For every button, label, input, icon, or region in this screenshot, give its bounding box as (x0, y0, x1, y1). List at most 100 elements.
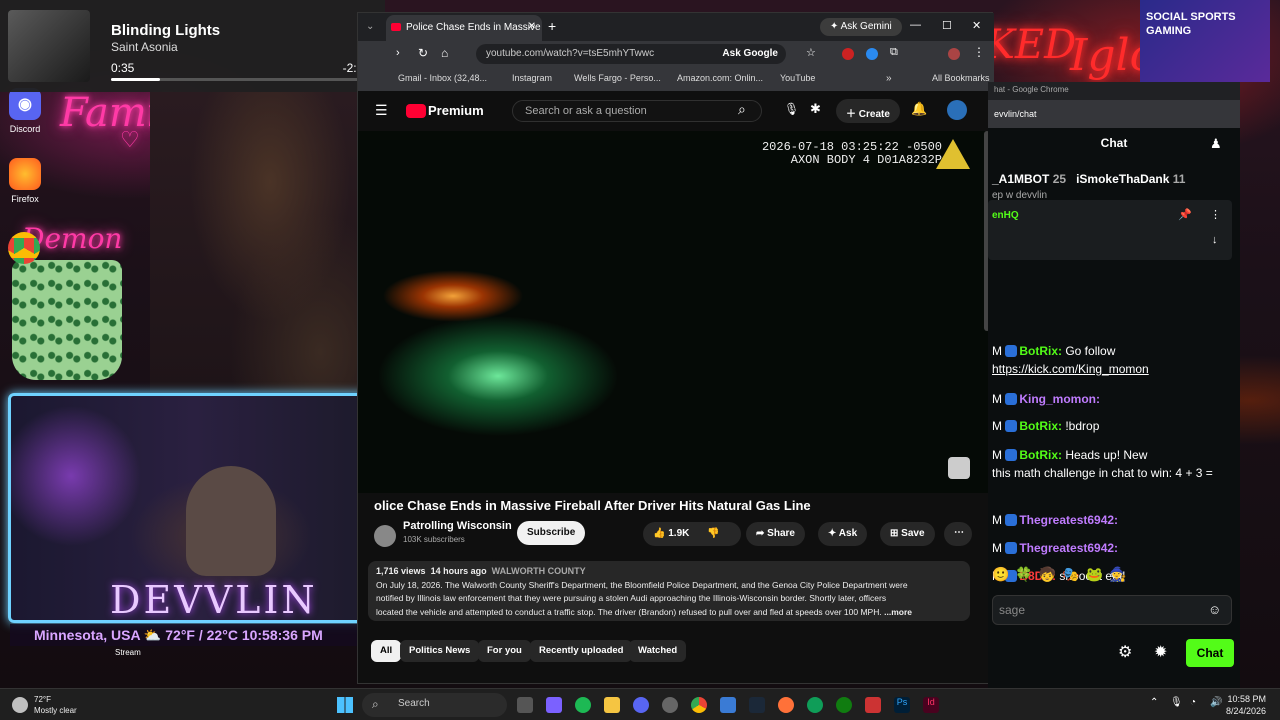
chat-username[interactable]: BotRix: (1019, 344, 1065, 358)
reload-icon[interactable]: ↻ (418, 46, 428, 60)
chat-message[interactable]: M King_momon: (992, 392, 1100, 406)
desktop-icon-discord[interactable]: ◉ Discord (0, 88, 55, 134)
app-icon[interactable] (865, 697, 881, 713)
chat-username[interactable]: King_momon: (1019, 392, 1100, 406)
start-windows-icon[interactable] (337, 697, 353, 713)
media-player-widget[interactable]: Blinding Lights Saint Asonia 0:35 -2:28 (0, 0, 385, 92)
message-text[interactable]: https://kick.com/King_momon (992, 362, 1149, 376)
xbox-icon[interactable] (836, 697, 852, 713)
wifi-icon[interactable]: ◔ (1190, 697, 1196, 708)
chat-username[interactable]: BotRix: (1019, 448, 1065, 462)
bookmark-wells-fargo[interactable]: Wells Fargo - Perso... (574, 73, 661, 83)
bookmark-instagram[interactable]: Instagram (512, 73, 552, 83)
chat-username[interactable]: BotRix: (1019, 419, 1065, 433)
maximize-icon[interactable]: ☐ (942, 19, 952, 32)
obs-icon[interactable] (662, 697, 678, 713)
extension-icon[interactable] (866, 48, 878, 60)
thumbs-down-icon[interactable]: 👎 (707, 528, 719, 539)
more-options-icon[interactable]: ⋮ (1210, 208, 1221, 221)
edge-icon[interactable] (807, 697, 823, 713)
chrome-taskbar-icon[interactable] (691, 697, 707, 713)
volume-icon[interactable]: 🔊 (1210, 697, 1222, 708)
video-description[interactable]: 1,716 views 14 hours ago WALWORTH COUNTY… (368, 561, 970, 621)
tray-chevron-icon[interactable]: ⌃ (1150, 697, 1158, 708)
chrome-desktop-icon[interactable] (8, 232, 40, 264)
hamburger-menu-icon[interactable]: ☰ (375, 102, 388, 119)
ask-button[interactable]: ✦ Ask (818, 522, 868, 546)
ai-assist-icon[interactable]: ✱ (810, 101, 821, 117)
spotify-icon[interactable] (575, 697, 591, 713)
chat-users-icon[interactable]: ♟ (1210, 136, 1222, 152)
chat-message[interactable]: this math challenge in chat to win: 4 + … (992, 466, 1213, 480)
chat-url-bar[interactable]: evvlin/chat (988, 100, 1240, 128)
channel-avatar[interactable] (374, 525, 396, 547)
weather-moon-icon[interactable] (12, 697, 28, 713)
send-chat-button[interactable]: Chat (1186, 639, 1234, 667)
url-input[interactable]: youtube.com/watch?v=tsE5mhYTwwc Ask Goog… (476, 44, 786, 64)
chip-politics-news[interactable]: Politics News (400, 640, 480, 662)
bookmark-star-icon[interactable]: ☆ (806, 46, 816, 59)
chip-for-you[interactable]: For you (478, 640, 531, 662)
bookmark-amazon[interactable]: Amazon.com: Onlin... (677, 73, 763, 83)
taskbar-weather[interactable]: 72°F Mostly clear (34, 694, 77, 716)
youtube-premium-logo[interactable]: Premium (428, 103, 484, 118)
file-explorer-icon[interactable] (604, 697, 620, 713)
photoshop-icon[interactable]: Ps (894, 697, 910, 713)
account-avatar[interactable] (947, 100, 967, 120)
tab-search-icon[interactable]: ⌄ (366, 21, 374, 32)
chat-message[interactable]: M Thegreatest6942: (992, 541, 1118, 555)
show-more-link[interactable]: ...more (884, 607, 912, 617)
tab-close-icon[interactable]: ✕ (528, 21, 536, 32)
share-button[interactable]: ➦ Share (746, 522, 805, 546)
emoji-icon[interactable]: ☺ (1208, 602, 1221, 617)
chat-message[interactable]: M BotRix: Go follow (992, 344, 1115, 358)
settings-gear-icon[interactable]: ⚙ (1118, 642, 1132, 662)
close-window-icon[interactable]: ✕ (972, 19, 981, 32)
chip-watched[interactable]: Watched (629, 640, 687, 662)
youtube-logo-icon[interactable] (406, 104, 426, 118)
desktop-icon-firefox[interactable]: Firefox (0, 158, 55, 204)
chat-message[interactable]: M Thegreatest6942: (992, 513, 1118, 527)
indesign-icon[interactable]: Id (923, 697, 939, 713)
discord-taskbar-icon[interactable] (633, 697, 649, 713)
subscribe-button[interactable]: Subscribe (517, 521, 586, 545)
firefox-taskbar-icon[interactable] (778, 697, 794, 713)
new-tab-icon[interactable]: + (548, 18, 556, 34)
pinned-message[interactable]: enHQ 📌 ⋮ ↓ (988, 200, 1232, 260)
tab-youtube-video[interactable]: Police Chase Ends in Massive ✕ (386, 15, 542, 41)
chrome-menu-icon[interactable]: ⋮ (973, 45, 985, 59)
extensions-puzzle-icon[interactable]: ⧉ (890, 46, 898, 59)
ask-google-button[interactable]: Ask Google (722, 48, 778, 59)
chip-recently-uploaded[interactable]: Recently uploaded (530, 640, 633, 662)
points-icon[interactable]: ✹ (1154, 642, 1167, 662)
chat-input[interactable]: sage (992, 595, 1232, 625)
microphone-tray-icon[interactable]: 🎙 (1170, 697, 1183, 708)
ask-gemini-button[interactable]: ✦ Ask Gemini (820, 18, 902, 36)
media-progress-bar[interactable] (111, 78, 371, 81)
home-icon[interactable]: ⌂ (441, 46, 448, 60)
bookmark-youtube[interactable]: YouTube (780, 73, 815, 83)
bookmark-gmail[interactable]: Gmail - Inbox (32,48... (398, 73, 487, 83)
chat-username[interactable]: Thegreatest6942: (1019, 513, 1118, 527)
pin-icon[interactable]: 📌 (1178, 208, 1192, 221)
video-player[interactable]: 2026-07-18 03:25:22 -0500 AXON BODY 4 D01… (358, 131, 988, 493)
taskbar-clock[interactable]: 10:58 PM 8/24/2026 (1226, 693, 1266, 717)
profile-avatar[interactable] (948, 48, 960, 60)
chip-all[interactable]: All (371, 640, 402, 662)
task-view-icon[interactable] (517, 697, 533, 713)
store-icon[interactable] (720, 697, 736, 713)
chat-message[interactable]: M BotRix: !bdrop (992, 419, 1099, 433)
more-actions-icon[interactable]: ⋯ (944, 522, 972, 546)
all-bookmarks-folder[interactable]: All Bookmarks (932, 73, 990, 83)
channel-name[interactable]: Patrolling Wisconsin (403, 520, 512, 532)
arrow-down-icon[interactable]: ↓ (1212, 234, 1218, 246)
search-icon[interactable]: ⌕ (738, 101, 746, 118)
microphone-icon[interactable]: 🎙 (784, 102, 799, 116)
location-tag[interactable]: WALWORTH COUNTY (492, 566, 586, 576)
save-button[interactable]: ⊞ Save (880, 522, 935, 546)
create-button[interactable]: ＋ Create (836, 99, 900, 123)
chat-message[interactable]: https://kick.com/King_momon (992, 362, 1149, 376)
like-button[interactable]: 👍 1.9K 👎 (643, 522, 741, 546)
youtube-search-input[interactable]: Search or ask a question (512, 100, 762, 122)
extension-icon[interactable] (842, 48, 854, 60)
